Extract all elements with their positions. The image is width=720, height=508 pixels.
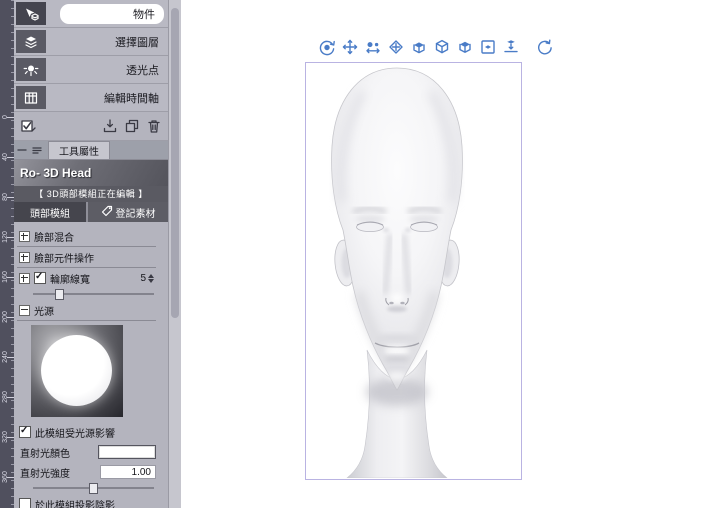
cube-ground-icon[interactable] xyxy=(502,38,520,56)
subtool-label: 選擇圖層 xyxy=(115,36,159,49)
palette-tab-bar: 工具屬性 xyxy=(14,141,168,160)
ruler-number: 360 xyxy=(2,471,9,483)
row-light-affect: 此模組受光源影響 xyxy=(17,422,156,442)
subtool-item-light[interactable]: 透光点 xyxy=(14,56,168,84)
cube-frame-icon[interactable] xyxy=(479,38,497,56)
tab-head-module[interactable]: 頭部模組 xyxy=(14,202,86,222)
rotate-camera-icon[interactable] xyxy=(318,38,336,56)
tool-panel: 物件 選擇圖層 透光点 編輯時間軸 工具屬性 Ro- 3D Head 【 3D頭… xyxy=(14,0,168,508)
tab-register-material[interactable]: 登記素材 xyxy=(88,202,168,222)
subtool-item-edit-timeline[interactable]: 編輯時間軸 xyxy=(14,84,168,112)
light-intensity-label: 直射光強度 xyxy=(20,468,70,480)
copy-icon[interactable] xyxy=(123,117,141,135)
row-light-color: 直射光顏色 xyxy=(17,442,156,462)
timeline-grid-icon xyxy=(16,86,46,109)
material-tab-bar: 頭部模組 登記素材 xyxy=(14,202,168,222)
import-tray-icon[interactable] xyxy=(101,117,119,135)
slider-track xyxy=(33,293,154,295)
material-tag-icon xyxy=(101,205,113,220)
menu-lines-icon[interactable] xyxy=(29,141,44,159)
outline-width-checkbox[interactable] xyxy=(34,271,46,284)
document-canvas[interactable] xyxy=(181,0,720,508)
row-outline-width: 輪廓線寬 5 xyxy=(17,268,156,288)
pan-camera-icon[interactable] xyxy=(341,38,359,56)
3d-head-model[interactable] xyxy=(293,62,501,478)
subtool-label: 透光点 xyxy=(126,64,159,77)
ruler-number: 240 xyxy=(2,351,9,363)
cast-shadow-label: 於此模組投影陰影 xyxy=(35,500,115,508)
section-label: 臉部混合 xyxy=(34,232,74,244)
ruler-number: 200 xyxy=(2,311,9,323)
tool-property-body: 臉部混合 臉部元件操作 輪廓線寬 5 光源 xyxy=(14,222,168,508)
light-sphere-ball[interactable] xyxy=(41,335,112,406)
light-direction-sphere[interactable] xyxy=(31,325,123,417)
tab-tool-property[interactable]: 工具屬性 xyxy=(48,141,110,159)
light-intensity-slider[interactable] xyxy=(33,482,154,494)
collapse-minus-icon[interactable] xyxy=(19,304,30,316)
reset-rotation-icon[interactable] xyxy=(536,38,554,56)
outline-width-label: 輪廓線寬 xyxy=(50,274,90,286)
vertical-ruler: 0 40 80 120 160 200 240 280 320 360 xyxy=(0,0,15,508)
ruler-number: 0 xyxy=(2,115,9,119)
light-affect-label: 此模組受光源影響 xyxy=(35,428,115,440)
cast-shadow-checkbox[interactable] xyxy=(19,498,31,508)
outline-width-value[interactable]: 5 xyxy=(140,273,146,284)
row-light-intensity: 直射光強度 1.00 xyxy=(17,462,156,482)
expand-plus-icon[interactable] xyxy=(19,230,30,242)
row-cast-shadow: 於此模組投影陰影 xyxy=(17,494,156,508)
section-face-blend[interactable]: 臉部混合 xyxy=(17,226,156,247)
panel-scrollbar[interactable] xyxy=(168,0,182,508)
subtool-item-object[interactable]: 物件 xyxy=(14,0,168,28)
rotate-object-icon[interactable] xyxy=(410,38,428,56)
ruler-number: 80 xyxy=(2,193,9,201)
light-affect-checkbox[interactable] xyxy=(19,425,31,438)
light-color-swatch[interactable] xyxy=(98,445,156,459)
select-layer-icon xyxy=(16,30,46,53)
tab-register-label: 登記素材 xyxy=(115,208,156,220)
outline-width-stepper[interactable] xyxy=(148,273,154,283)
subtool-list-toolbar xyxy=(14,112,168,141)
section-light-source[interactable]: 光源 xyxy=(17,300,156,321)
ruler-number: 120 xyxy=(2,231,9,243)
collapse-icon[interactable] xyxy=(14,141,29,159)
expand-plus-icon[interactable] xyxy=(19,251,30,263)
ruler-number: 320 xyxy=(2,431,9,443)
subtool-label: 編輯時間軸 xyxy=(104,92,159,105)
ruler-number: 160 xyxy=(2,271,9,283)
light-color-label: 直射光顏色 xyxy=(20,448,70,460)
subtool-label: 物件 xyxy=(60,3,164,24)
object-cube-icon xyxy=(16,2,46,25)
cube-view-icon[interactable] xyxy=(433,38,451,56)
app-window: 0 40 80 120 160 200 240 280 320 360 物件 選… xyxy=(0,0,720,508)
tool-property-title: Ro- 3D Head xyxy=(14,160,168,186)
ruler-number: 40 xyxy=(2,153,9,161)
cube-shade-icon[interactable] xyxy=(456,38,474,56)
slider-handle[interactable] xyxy=(88,483,98,494)
light-lamp-icon xyxy=(16,58,46,81)
trash-icon[interactable] xyxy=(145,117,163,135)
edit-check-icon[interactable] xyxy=(19,117,37,135)
section-face-parts[interactable]: 臉部元件操作 xyxy=(17,247,156,268)
scrollbar-thumb[interactable] xyxy=(171,8,179,318)
slider-handle[interactable] xyxy=(54,289,64,300)
light-intensity-field[interactable]: 1.00 xyxy=(100,465,156,479)
section-label: 臉部元件操作 xyxy=(34,253,94,265)
dolly-camera-icon[interactable] xyxy=(364,38,382,56)
3d-object-toolbar xyxy=(318,38,554,56)
subtool-item-select-layer[interactable]: 選擇圖層 xyxy=(14,28,168,56)
editing-notice: 【 3D頭部模組正在編輯 】 xyxy=(14,186,168,202)
expand-plus-icon[interactable] xyxy=(19,272,30,284)
move-object-icon[interactable] xyxy=(387,38,405,56)
section-label: 光源 xyxy=(34,306,54,318)
outline-width-slider[interactable] xyxy=(33,288,154,300)
ruler-number: 280 xyxy=(2,391,9,403)
